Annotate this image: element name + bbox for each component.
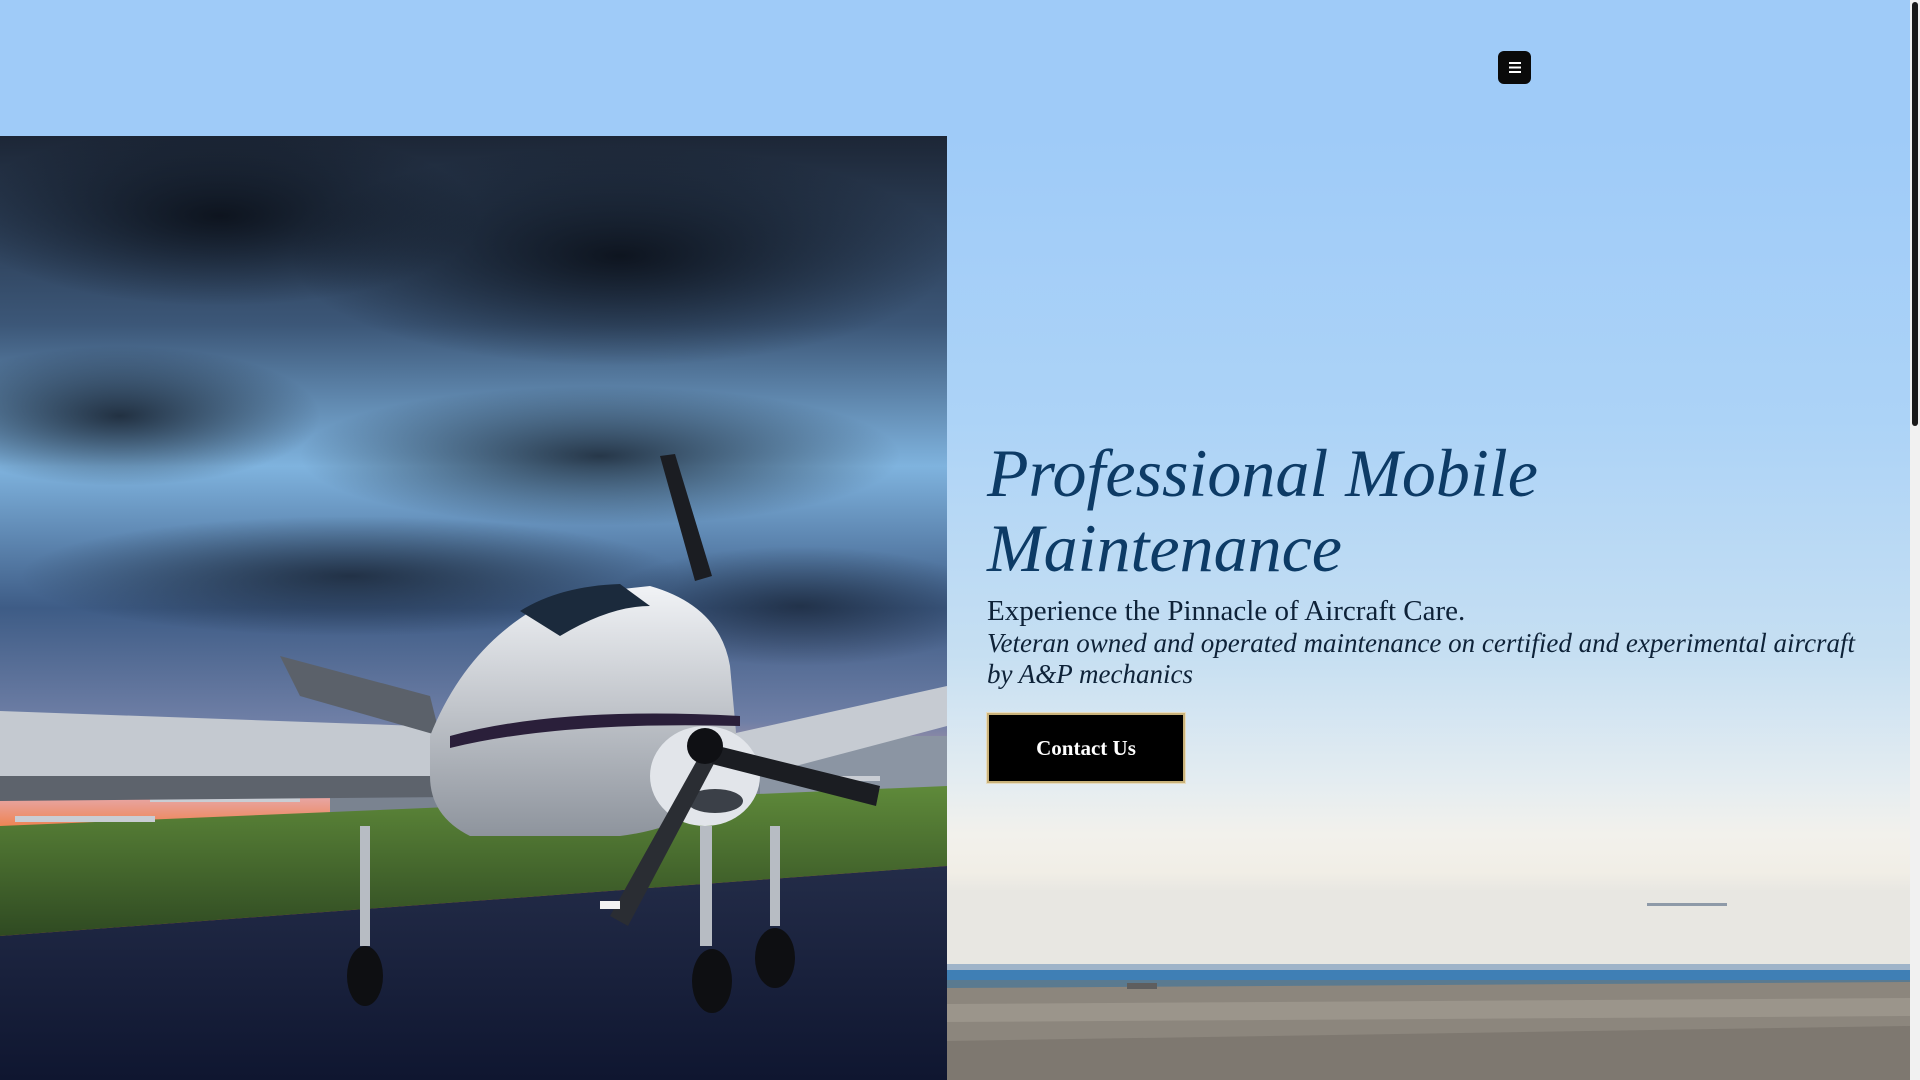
hero-title: Professional Mobile Maintenance [987,435,1538,586]
hero-panel: Professional Mobile Maintenance Experien… [947,136,1910,1080]
hero-subtitle: Experience the Pinnacle of Aircraft Care… [987,595,1466,627]
site-header [0,0,1910,136]
hamburger-menu-icon [1508,62,1521,73]
hero-tagline: Veteran owned and operated maintenance o… [987,628,1856,689]
scrollbar-thumb[interactable] [1912,2,1918,426]
hero-airplane-image [0,136,947,1080]
menu-toggle-button[interactable] [1498,51,1531,84]
hero-copy: Professional Mobile Maintenance Experien… [987,436,1887,783]
contact-us-button[interactable]: Contact Us [987,713,1185,783]
